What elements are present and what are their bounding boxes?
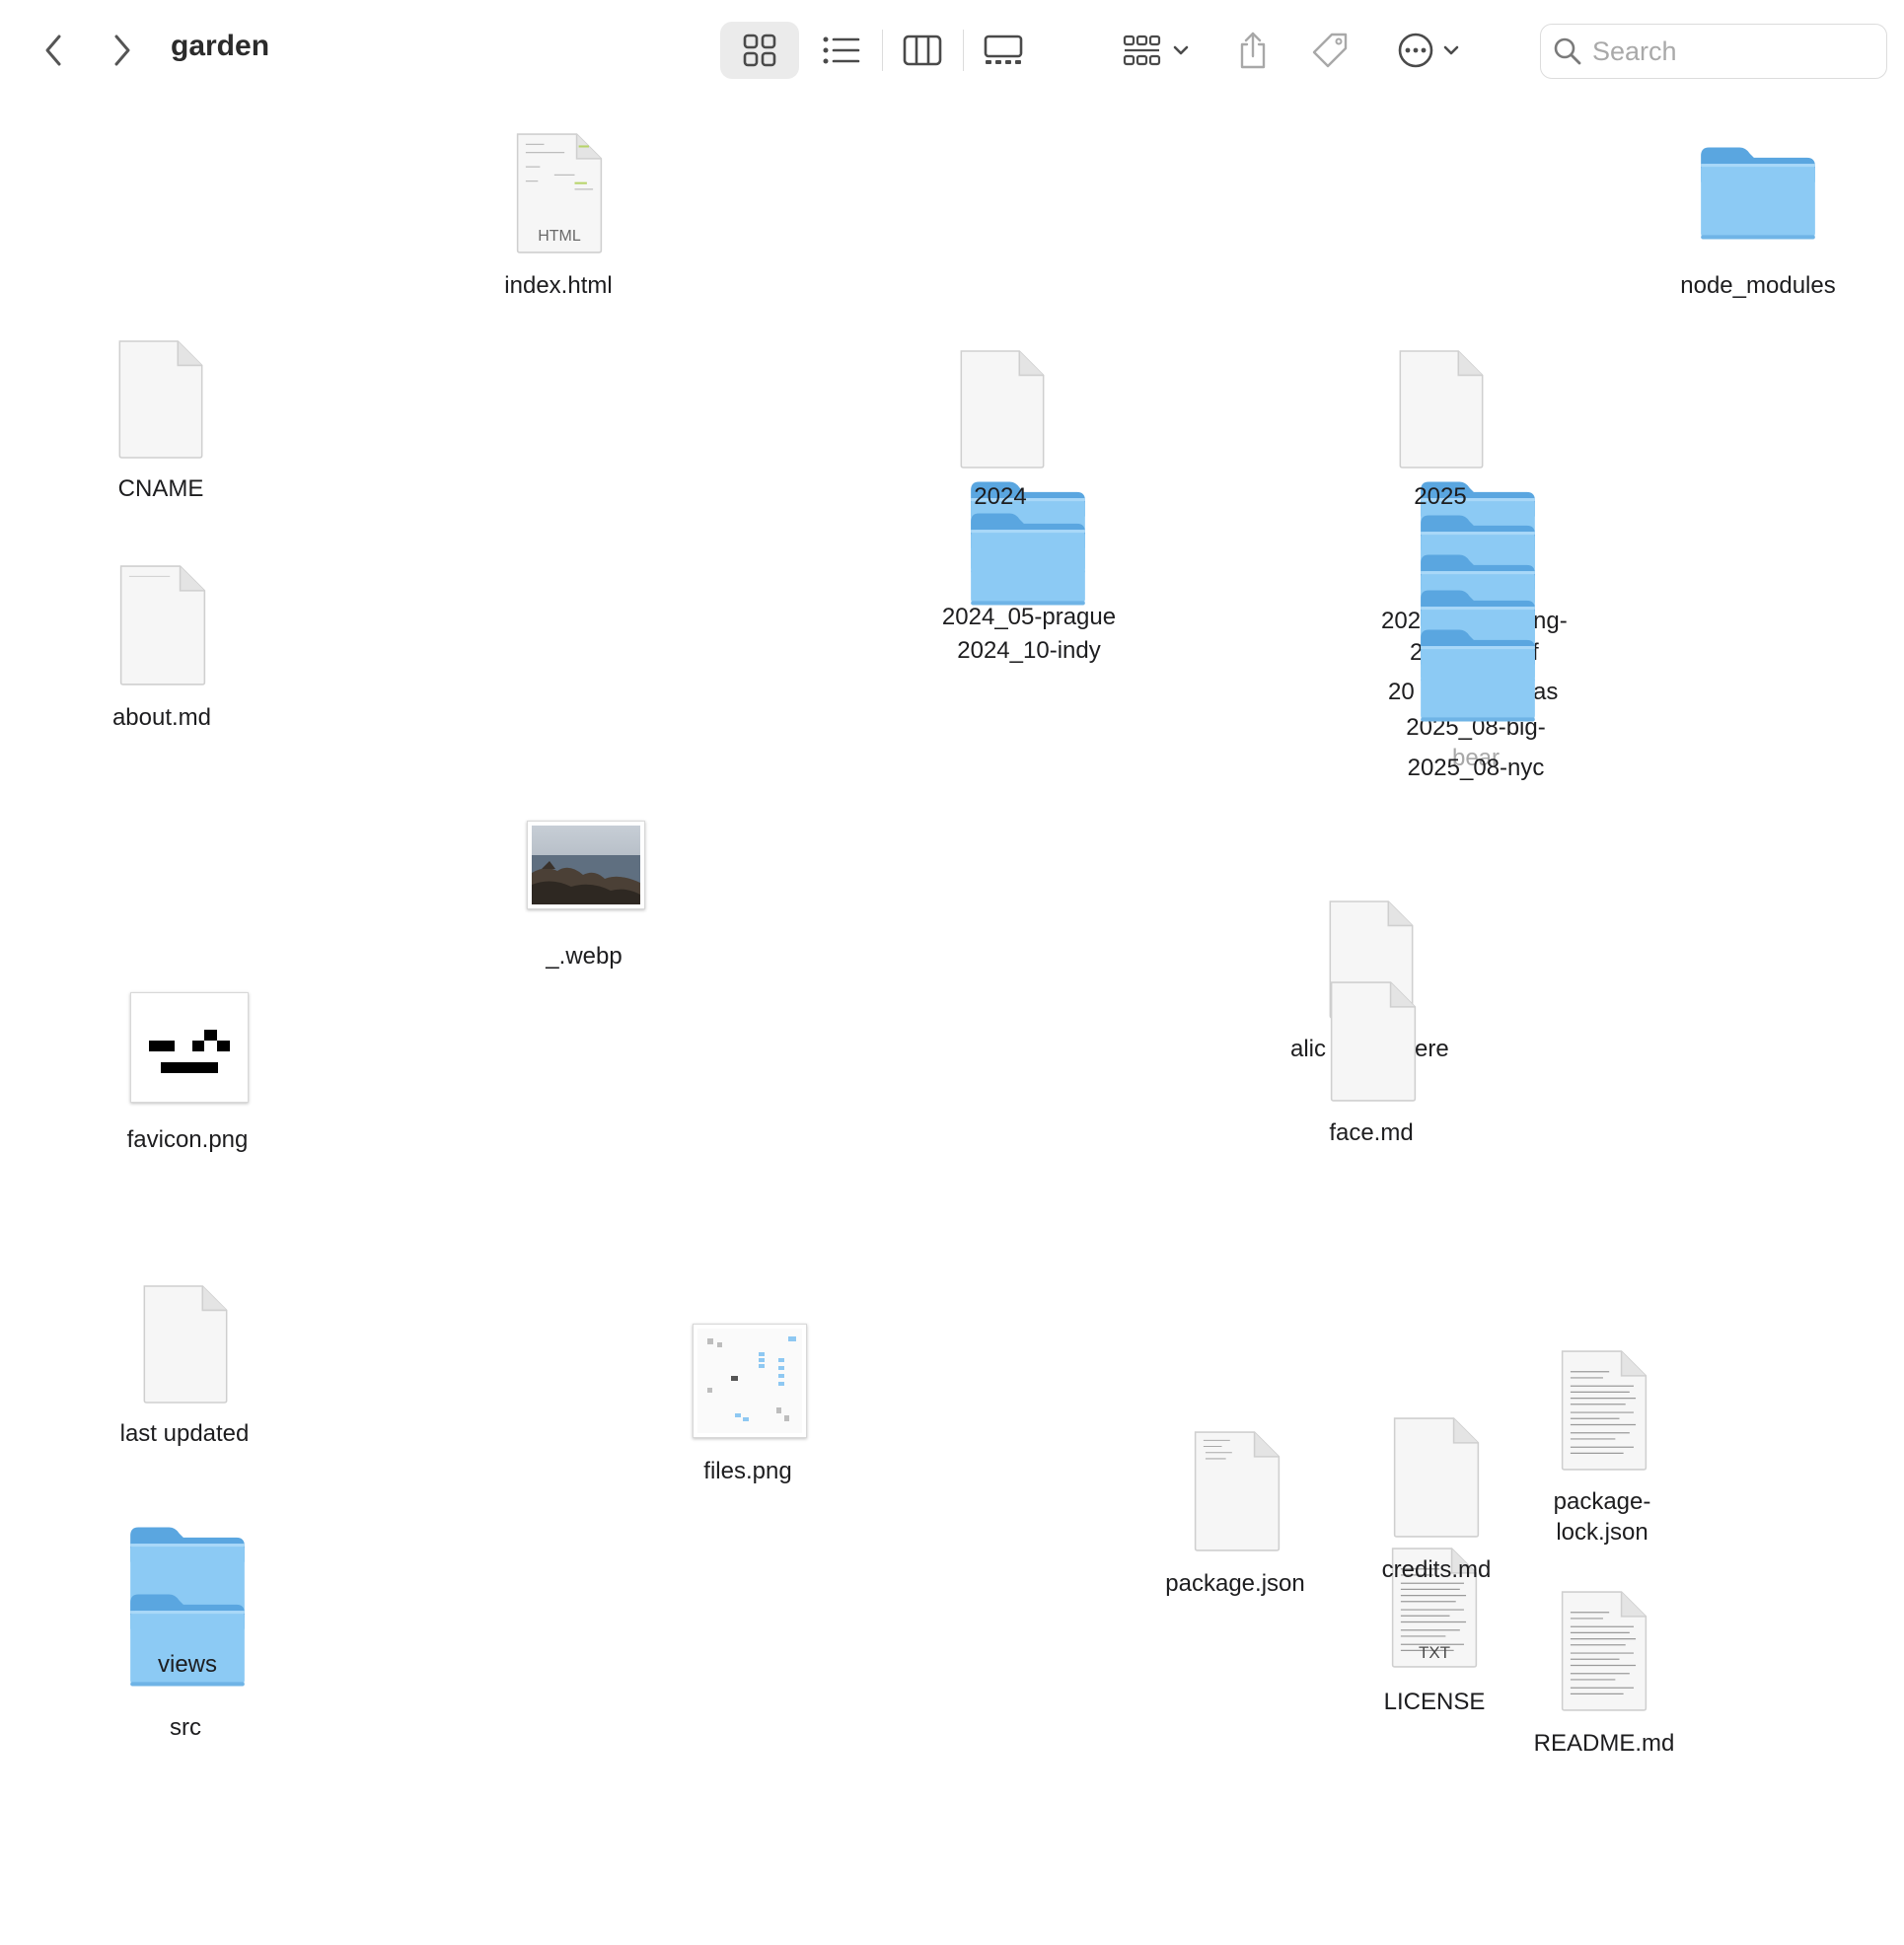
document-icon <box>1389 1416 1484 1539</box>
back-button[interactable] <box>36 28 71 73</box>
document-icon <box>115 564 210 686</box>
file-package-lock-json[interactable] <box>1557 1349 1651 1472</box>
folder-2024-10-indy[interactable] <box>967 507 1089 610</box>
search-field[interactable] <box>1540 24 1887 79</box>
chevron-right-icon <box>114 35 130 66</box>
file-label: files.png <box>703 1458 792 1484</box>
forward-button[interactable] <box>105 28 140 73</box>
icon-view-button[interactable] <box>720 22 799 79</box>
share-icon <box>1240 32 1266 69</box>
list-icon <box>823 36 860 64</box>
file-2025[interactable] <box>1396 349 1487 469</box>
ellipsis-circle-icon <box>1398 33 1433 68</box>
folder-label: 2025_08-nyc <box>1407 755 1545 781</box>
toolbar-divider <box>882 30 883 71</box>
file-readme-md[interactable] <box>1557 1590 1651 1712</box>
folder-label-fragment: 202 <box>1381 608 1422 634</box>
document-icon <box>115 339 206 460</box>
folder-label-fragment: ng- <box>1533 608 1568 634</box>
json-document-icon <box>1557 1349 1651 1472</box>
folder-label: 2024_10-indy <box>957 637 1101 664</box>
favicon-pixel-face-icon <box>135 997 244 1098</box>
folder-node-modules[interactable] <box>1697 138 1819 247</box>
folder-icon <box>967 507 1089 610</box>
file-label: 2025 <box>1414 483 1467 510</box>
document-icon <box>957 349 1048 469</box>
grid-icon <box>743 34 776 67</box>
file-face-md[interactable] <box>1326 980 1421 1103</box>
file-label: package-lock.json <box>1553 1488 1651 1546</box>
search-input[interactable] <box>1592 33 1878 70</box>
file-label: _.webp <box>546 943 622 970</box>
json-document-icon <box>1190 1430 1284 1552</box>
file-last-updated[interactable] <box>140 1284 231 1405</box>
group-grid-icon <box>1123 35 1161 66</box>
folder-label: views <box>157 1651 217 1678</box>
search-icon <box>1554 37 1581 65</box>
document-icon <box>1326 980 1421 1103</box>
file-label: LICENSE <box>1383 1689 1486 1715</box>
image-webp-thumbnail[interactable] <box>527 821 645 909</box>
folder-label: src <box>170 1714 201 1741</box>
folder-2025-08-nyc[interactable] <box>1417 623 1539 726</box>
document-icon <box>1396 349 1487 469</box>
file-credits-md[interactable] <box>1389 1416 1484 1539</box>
folder-label-fragment: as <box>1533 679 1559 705</box>
chevron-left-icon <box>45 35 61 66</box>
chevron-down-icon <box>1443 45 1459 55</box>
file-label-fragment: alic <box>1289 1036 1326 1062</box>
photo-coastline-icon <box>532 826 640 904</box>
file-label: about.md <box>111 704 212 731</box>
folder-label: node_modules <box>1680 272 1836 299</box>
gallery-icon <box>984 35 1023 64</box>
list-view-button[interactable] <box>807 22 876 79</box>
column-view-button[interactable] <box>888 22 957 79</box>
chevron-down-icon <box>1173 45 1189 55</box>
more-actions-button[interactable] <box>1389 26 1468 75</box>
window-title: garden <box>171 30 270 62</box>
share-button[interactable] <box>1233 26 1273 75</box>
folder-icon <box>1697 138 1819 247</box>
file-label-fragment: ere <box>1415 1036 1449 1062</box>
folder-icon <box>1417 623 1539 726</box>
tag-button[interactable] <box>1308 26 1352 75</box>
file-cname[interactable] <box>115 339 206 460</box>
screenshot-thumbnail-icon <box>697 1329 802 1433</box>
file-about-md[interactable] <box>115 564 210 686</box>
file-2024[interactable] <box>957 349 1048 469</box>
file-label: credits.md <box>1381 1556 1492 1583</box>
group-by-button[interactable] <box>1115 22 1198 79</box>
file-type-badge: TXT <box>1418 1643 1451 1662</box>
file-type-badge: HTML <box>538 228 581 245</box>
toolbar-divider <box>963 30 964 71</box>
file-label: face.md <box>1329 1119 1414 1146</box>
file-label: README.md <box>1533 1730 1675 1757</box>
text-document-icon <box>1557 1590 1651 1712</box>
file-label: last updated <box>119 1420 250 1447</box>
file-label: index.html <box>504 272 613 299</box>
columns-icon <box>903 35 942 66</box>
file-label: package.json <box>1165 1570 1305 1597</box>
folder-label: 2024_05-prague <box>941 604 1117 630</box>
image-files-png-thumbnail[interactable] <box>693 1324 807 1438</box>
gallery-view-button[interactable] <box>969 22 1038 79</box>
file-label: CNAME <box>117 475 204 502</box>
image-favicon-thumbnail[interactable] <box>130 992 249 1103</box>
file-package-json[interactable] <box>1190 1430 1284 1552</box>
tag-icon <box>1312 33 1348 68</box>
file-index-html[interactable]: HTML <box>513 132 606 254</box>
finder-toolbar: garden <box>0 0 1904 99</box>
file-label: favicon.png <box>126 1126 249 1153</box>
document-icon <box>140 1284 231 1405</box>
file-label: 2024 <box>974 483 1027 510</box>
